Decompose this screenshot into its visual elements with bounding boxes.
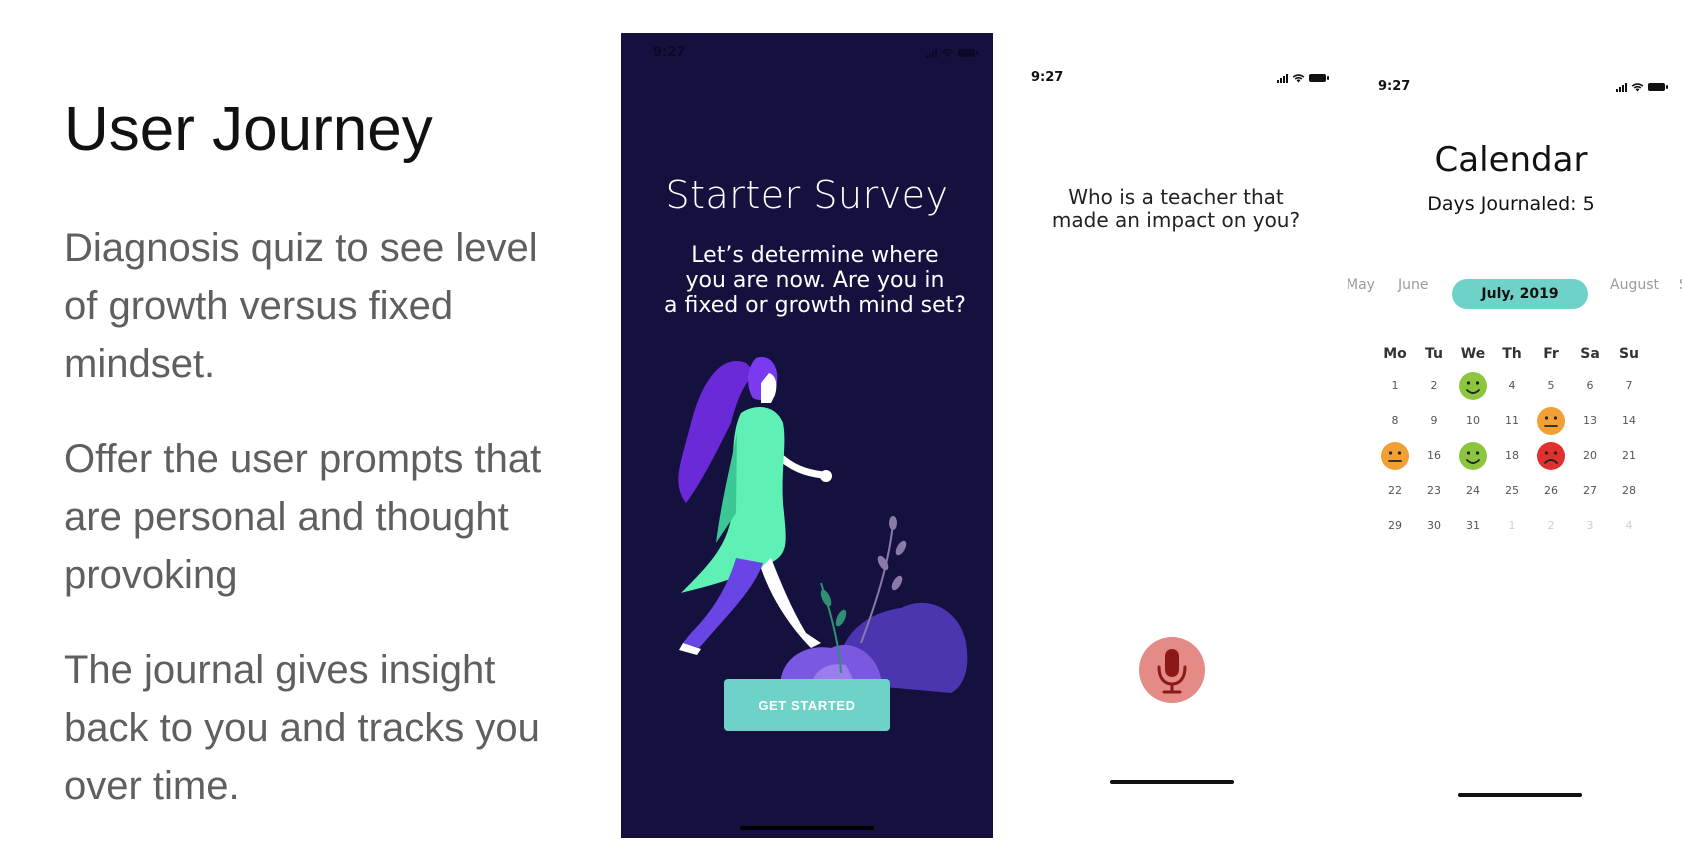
calendar-day[interactable]: 16 [1419, 441, 1449, 471]
calendar-day[interactable]: 20 [1575, 441, 1605, 471]
calendar-day[interactable]: 3 [1575, 511, 1605, 541]
weekday-header: Fr [1543, 346, 1559, 362]
calendar-day[interactable]: 29 [1380, 511, 1410, 541]
status-time: 9:27 [1031, 70, 1064, 85]
weekday-header: Tu [1425, 346, 1443, 362]
home-indicator [1110, 780, 1234, 784]
battery-icon [958, 49, 978, 57]
calendar-title: Calendar [1434, 140, 1588, 180]
status-icons [926, 48, 978, 58]
calendar-day[interactable]: 11 [1497, 406, 1527, 436]
calendar-day[interactable]: 31 [1458, 511, 1488, 541]
calendar-day[interactable]: 21 [1614, 441, 1644, 471]
status-time: 9:27 [653, 45, 686, 60]
prompt-question-line: made an impact on you? [1051, 208, 1301, 232]
microphone-icon [1157, 649, 1187, 694]
wifi-icon [1292, 74, 1305, 83]
calendar-day[interactable]: 27 [1575, 476, 1605, 506]
status-bar: 9:27 [1348, 70, 1682, 94]
happy-mood-icon[interactable] [1458, 371, 1488, 401]
calendar-day[interactable]: 4 [1497, 371, 1527, 401]
happy-mood-icon[interactable] [1458, 441, 1488, 471]
calendar-day[interactable]: 18 [1497, 441, 1527, 471]
month-tab-current[interactable]: July, 2019 [1452, 279, 1588, 309]
weekday-header: Su [1618, 346, 1640, 362]
prompt-question: Who is a teacher that made an impact on … [1026, 186, 1326, 232]
battery-icon [1309, 74, 1329, 82]
calendar-day[interactable]: 26 [1536, 476, 1566, 506]
calendar-day[interactable]: 8 [1380, 406, 1410, 436]
calendar-day[interactable]: 24 [1458, 476, 1488, 506]
home-indicator [1458, 793, 1582, 797]
days-journaled-count: Days Journaled: 5 [1427, 193, 1595, 215]
calendar-day[interactable]: 7 [1614, 371, 1644, 401]
survey-description-line: Let’s determine where [691, 243, 939, 268]
calendar-day[interactable]: 28 [1614, 476, 1644, 506]
calendar-day[interactable]: 30 [1419, 511, 1449, 541]
calendar-day[interactable]: 2 [1419, 371, 1449, 401]
prompt-phone-screen: 9:27 Who is a teacher that made an impac… [1016, 62, 1336, 802]
signal-icon [1277, 73, 1288, 83]
battery-icon [1648, 83, 1668, 91]
survey-description-line: a fixed or growth mind set? [664, 293, 966, 318]
calendar-day[interactable]: 4 [1614, 511, 1644, 541]
weekday-header: Sa [1580, 346, 1600, 362]
calendar-day[interactable]: 2 [1536, 511, 1566, 541]
prompt-question-line: Who is a teacher that [1068, 185, 1284, 209]
home-indicator [740, 826, 874, 830]
weekday-header: We [1460, 346, 1486, 362]
slide-paragraph-1: Diagnosis quiz to see level of growth ve… [64, 226, 538, 386]
slide-paragraph-3: The journal gives insight back to you an… [64, 648, 540, 808]
walking-woman-illustration [678, 357, 968, 695]
calendar-phone-screen: 9:27 Calendar Days Journaled: 5 May June… [1348, 70, 1682, 810]
signal-icon [926, 48, 937, 58]
calendar-day[interactable]: 1 [1380, 371, 1410, 401]
calendar-day[interactable]: 13 [1575, 406, 1605, 436]
neutral-mood-icon[interactable] [1380, 441, 1410, 471]
slide-title: User Journey [64, 95, 433, 164]
calendar-day[interactable]: 1 [1497, 511, 1527, 541]
calendar-day[interactable]: 25 [1497, 476, 1527, 506]
weekday-header: Mo [1383, 346, 1407, 362]
calendar-day[interactable]: 22 [1380, 476, 1410, 506]
wifi-icon [941, 49, 954, 58]
calendar-day[interactable]: 5 [1536, 371, 1566, 401]
survey-description: Let’s determine where you are now. Are y… [657, 243, 973, 318]
get-started-button[interactable]: GET STARTED [724, 679, 890, 731]
slide-paragraph-2: Offer the user prompts that are personal… [64, 437, 542, 597]
month-tab-june[interactable]: June [1398, 277, 1429, 293]
calendar-day[interactable]: 14 [1614, 406, 1644, 436]
calendar-day[interactable]: 9 [1419, 406, 1449, 436]
sad-mood-icon[interactable] [1536, 441, 1566, 471]
survey-description-line: you are now. Are you in [685, 268, 945, 293]
wifi-icon [1631, 83, 1644, 92]
neutral-mood-icon[interactable] [1536, 406, 1566, 436]
record-voice-button[interactable] [1139, 637, 1205, 703]
weekday-header: Th [1502, 346, 1522, 362]
month-tab-may[interactable]: May [1348, 277, 1375, 293]
status-bar: 9:27 [621, 45, 993, 65]
signal-icon [1616, 82, 1627, 92]
calendar-day[interactable]: 6 [1575, 371, 1605, 401]
status-time: 9:27 [1378, 79, 1411, 94]
calendar-day[interactable]: 10 [1458, 406, 1488, 436]
status-icons [1616, 82, 1668, 92]
status-bar: 9:27 [1016, 62, 1336, 85]
month-tab-august[interactable]: August [1610, 277, 1659, 293]
calendar-day[interactable]: 23 [1419, 476, 1449, 506]
status-icons [1277, 73, 1329, 83]
survey-phone-screen: 9:27 Starter Survey Let’s determine wher… [621, 33, 993, 838]
survey-title: Starter Survey [665, 173, 949, 217]
